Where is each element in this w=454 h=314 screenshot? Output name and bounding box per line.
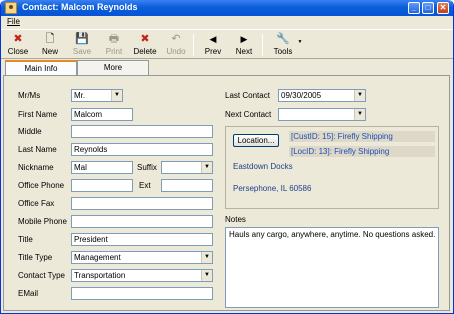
- tools-button-label: Tools: [273, 47, 293, 56]
- next-contact-date[interactable]: ▼: [278, 108, 366, 121]
- chevron-down-icon[interactable]: ▼: [111, 90, 122, 101]
- chevron-down-icon[interactable]: ▼: [201, 252, 212, 263]
- prev-button[interactable]: ◀ Prev: [202, 32, 224, 58]
- title-label: Title: [18, 235, 33, 244]
- title-type-select[interactable]: Management ▼: [71, 251, 213, 264]
- contact-app-icon: [5, 2, 17, 14]
- nickname-label: Nickname: [18, 163, 54, 172]
- middle-label: Middle: [18, 127, 42, 136]
- new-button[interactable]: 🗋 New: [39, 32, 61, 58]
- location-group: Location... [CustID: 15]: Firefly Shippi…: [225, 126, 439, 209]
- next-button-label: Next: [235, 47, 253, 56]
- last-name-label: Last Name: [18, 145, 57, 154]
- tools-button[interactable]: 🔧 Tools: [271, 32, 295, 58]
- new-button-label: New: [41, 47, 58, 56]
- mr-ms-label: Mr/Ms: [18, 91, 41, 100]
- close-icon: ✖: [13, 33, 23, 45]
- location-button[interactable]: Location...: [233, 134, 279, 147]
- tools-icon: 🔧: [276, 33, 290, 45]
- cust-id-link[interactable]: [CustID: 15]: Firefly Shipping: [289, 131, 435, 142]
- mr-ms-select[interactable]: Mr. ▼: [71, 89, 123, 102]
- email-field[interactable]: [71, 287, 213, 300]
- tab-more[interactable]: More: [77, 60, 149, 75]
- save-button[interactable]: 💾 Save: [71, 32, 93, 58]
- chevron-down-icon[interactable]: ▼: [201, 270, 212, 281]
- tab-main-info[interactable]: Main Info: [5, 60, 77, 76]
- contact-type-value: Transportation: [74, 271, 126, 280]
- undo-button[interactable]: ↶ Undo: [165, 32, 187, 58]
- chevron-down-icon[interactable]: ▼: [354, 109, 365, 120]
- title-type-label: Title Type: [18, 253, 53, 262]
- contact-type-label: Contact Type: [18, 271, 65, 280]
- arrow-right-icon: ▶: [240, 34, 248, 44]
- save-icon: 💾: [75, 33, 89, 45]
- tab-strip: Main Info More: [1, 60, 453, 76]
- maximize-button[interactable]: □: [422, 2, 434, 14]
- next-contact-label: Next Contact: [225, 110, 272, 119]
- print-button-label: Print: [105, 47, 123, 56]
- main-info-panel: Mr/Ms Mr. ▼ First Name Malcom Middle Las…: [3, 75, 450, 311]
- menu-file[interactable]: File: [7, 17, 20, 26]
- close-button[interactable]: ✖ Close: [7, 32, 29, 58]
- first-name-label: First Name: [18, 110, 58, 119]
- suffix-select[interactable]: ▼: [161, 161, 213, 174]
- new-document-icon: 🗋: [45, 33, 55, 45]
- suffix-label: Suffix: [137, 163, 157, 172]
- nickname-field[interactable]: Mal: [71, 161, 133, 174]
- last-contact-date[interactable]: 09/30/2005 ▼: [278, 89, 366, 102]
- close-button-label: Close: [7, 47, 29, 56]
- minimize-button[interactable]: _: [408, 2, 420, 14]
- contact-type-select[interactable]: Transportation ▼: [71, 269, 213, 282]
- undo-icon: ↶: [171, 33, 181, 45]
- ext-field[interactable]: [161, 179, 213, 192]
- next-button[interactable]: ▶ Next: [233, 32, 255, 58]
- address-line-1: Eastdown Docks: [233, 162, 293, 171]
- save-button-label: Save: [72, 47, 92, 56]
- arrow-left-icon: ◀: [209, 34, 217, 44]
- close-window-button[interactable]: ✕: [437, 2, 449, 14]
- notes-label: Notes: [225, 215, 246, 224]
- toolbar-separator: [193, 34, 194, 56]
- last-name-field[interactable]: Reynolds: [71, 143, 213, 156]
- delete-icon: ✖: [140, 33, 150, 45]
- mobile-phone-label: Mobile Phone: [18, 217, 67, 226]
- print-button[interactable]: 🖶 Print: [102, 32, 126, 58]
- office-phone-label: Office Phone: [18, 181, 65, 190]
- title-bar[interactable]: Contact: Malcom Reynolds _ □ ✕: [1, 0, 453, 16]
- mr-ms-value: Mr.: [74, 91, 86, 100]
- last-contact-label: Last Contact: [225, 91, 270, 100]
- notes-textarea[interactable]: Hauls any cargo, anywhere, anytime. No q…: [225, 227, 439, 308]
- title-type-value: Management: [74, 253, 121, 262]
- chevron-down-icon[interactable]: ▼: [201, 162, 212, 173]
- print-icon: 🖶: [108, 33, 120, 45]
- office-fax-field[interactable]: [71, 197, 213, 210]
- toolbar-separator: [262, 34, 263, 56]
- middle-field[interactable]: [71, 125, 213, 138]
- ext-label: Ext: [139, 181, 151, 190]
- contact-window: Contact: Malcom Reynolds _ □ ✕ File ✖ Cl…: [0, 0, 454, 314]
- address-line-2: Persephone, IL 60586: [233, 184, 312, 193]
- delete-button-label: Delete: [133, 47, 157, 56]
- email-label: EMail: [18, 289, 39, 298]
- first-name-field[interactable]: Malcom: [71, 108, 133, 121]
- window-title: Contact: Malcom Reynolds: [22, 2, 138, 12]
- loc-id-link[interactable]: [LocID: 13]: Firefly Shipping: [289, 146, 435, 157]
- prev-button-label: Prev: [204, 47, 222, 56]
- chevron-down-icon[interactable]: ▼: [354, 90, 365, 101]
- mobile-phone-field[interactable]: [71, 215, 213, 228]
- office-phone-field[interactable]: [71, 179, 133, 192]
- undo-button-label: Undo: [166, 47, 186, 56]
- last-contact-value: 09/30/2005: [281, 91, 322, 100]
- office-fax-label: Office Fax: [18, 199, 55, 208]
- menu-bar: File: [1, 16, 453, 28]
- title-field[interactable]: President: [71, 233, 213, 246]
- delete-button[interactable]: ✖ Delete: [132, 32, 158, 58]
- toolbar: ✖ Close 🗋 New 💾 Save 🖶 Print ✖ Delete ↶ …: [1, 29, 453, 59]
